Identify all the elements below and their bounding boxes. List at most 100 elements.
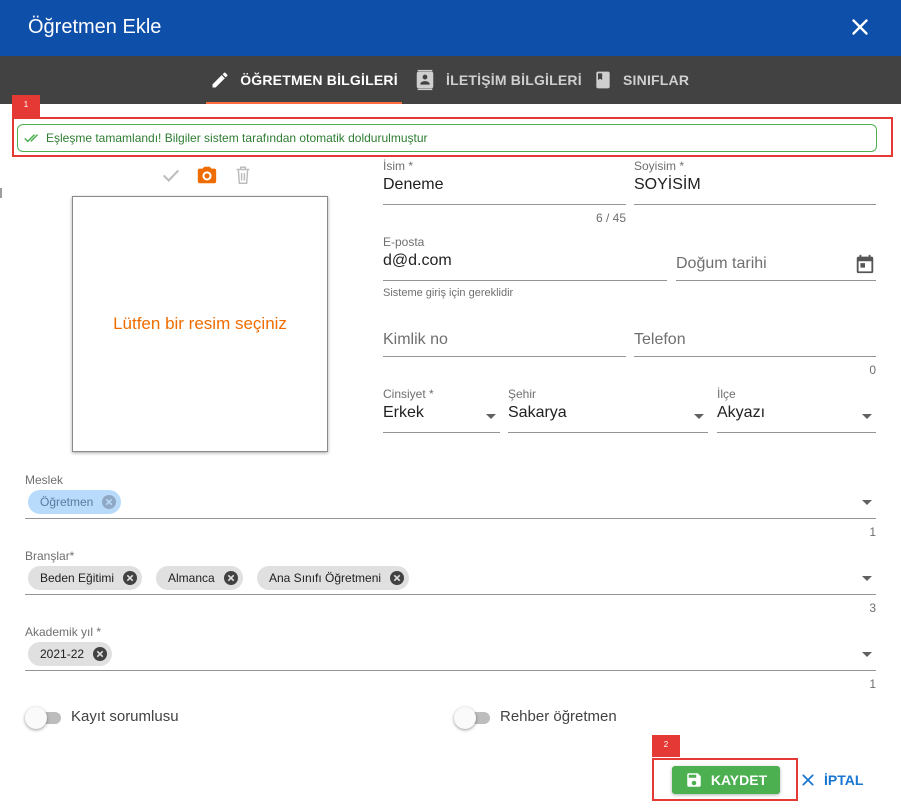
isim-field[interactable]: İsim * Deneme 6 / 45: [383, 159, 626, 229]
kimlik-no-underline: [383, 356, 626, 357]
dropdown-arrow-icon: [862, 414, 872, 419]
dogum-tarihi-field[interactable]: Doğum tarihi: [676, 252, 876, 282]
branslar-select[interactable]: Branşlar* Beden Eğitimi Almanca Ana Sını…: [25, 549, 876, 615]
akademik-yil-chip: 2021-22: [28, 642, 113, 666]
kimlik-no-input[interactable]: Kimlik no: [383, 328, 448, 352]
chip-remove-icon[interactable]: [223, 570, 239, 586]
akademik-yil-underline: [25, 670, 876, 671]
ilce-value: Akyazı: [717, 404, 766, 421]
cinsiyet-label: Cinsiyet *: [383, 387, 434, 401]
ilce-label: İlçe: [717, 387, 736, 401]
dialog-title: Öğretmen Ekle: [28, 16, 162, 38]
chip-label: Ana Sınıfı Öğretmeni: [269, 571, 382, 585]
eposta-label: E-posta: [383, 235, 425, 249]
dropdown-arrow-icon: [694, 414, 704, 419]
branslar-label: Branşlar*: [25, 549, 75, 563]
kayit-sorumlusu-label: Kayıt sorumlusu: [71, 708, 179, 725]
switch-knob: [25, 707, 47, 729]
soyisim-label: Soyisim *: [634, 159, 685, 173]
brans-chip: Almanca: [156, 566, 243, 590]
highlight-marker-2: 2: [652, 735, 680, 757]
kimlik-no-field[interactable]: Kimlik no: [383, 328, 626, 358]
telefon-counter: 0: [869, 363, 876, 377]
success-alert: Eşleşme tamamlandı! Bilgiler sistem tara…: [17, 124, 877, 152]
eposta-field[interactable]: E-posta d@d.com Sisteme giriş için gerek…: [383, 235, 667, 305]
eposta-input[interactable]: d@d.com: [383, 249, 667, 273]
save-button[interactable]: KAYDET: [672, 766, 780, 794]
branslar-underline: [25, 594, 876, 595]
chip-label: Almanca: [168, 571, 215, 585]
camera-icon[interactable]: [196, 164, 218, 186]
eposta-underline: [383, 280, 667, 281]
isim-input[interactable]: Deneme: [383, 173, 626, 197]
meslek-select[interactable]: Meslek Öğretmen 1: [25, 473, 876, 539]
meslek-underline: [25, 518, 876, 519]
telefon-input[interactable]: Telefon: [634, 328, 686, 352]
dropdown-arrow-icon: [862, 500, 872, 505]
dialog-header: Öğretmen Ekle: [0, 0, 901, 56]
dropdown-arrow-icon: [862, 652, 872, 657]
tab-ogretmen-bilgileri[interactable]: ÖĞRETMEN BİLGİLERİ: [206, 56, 402, 104]
isim-counter: 6 / 45: [595, 211, 626, 225]
cancel-label: İPTAL: [824, 772, 864, 788]
brans-chip: Beden Eğitimi: [28, 566, 143, 590]
tab-label: ÖĞRETMEN BİLGİLERİ: [240, 72, 398, 88]
trash-icon[interactable]: [232, 164, 254, 186]
rehber-ogretmen-label: Rehber öğretmen: [500, 708, 617, 725]
ilce-select[interactable]: İlçe Akyazı: [717, 387, 876, 435]
dogum-tarihi-underline: [676, 280, 876, 281]
contact-card-icon: [416, 69, 434, 91]
calendar-icon[interactable]: [854, 253, 876, 280]
isim-underline: [383, 204, 626, 205]
sehir-underline: [508, 432, 708, 433]
eposta-hint: Sisteme giriş için gereklidir: [383, 287, 514, 299]
dogum-tarihi-input[interactable]: Doğum tarihi: [676, 252, 767, 276]
akademik-yil-select[interactable]: Akademik yıl * 2021-22 1: [25, 625, 876, 691]
double-check-icon: [24, 134, 39, 143]
chip-remove-icon[interactable]: [389, 570, 405, 586]
close-icon[interactable]: [847, 14, 873, 40]
tab-label: İLETİŞİM BİLGİLERİ: [446, 72, 582, 88]
cinsiyet-underline: [383, 432, 500, 433]
highlight-marker-1: 1: [12, 95, 40, 117]
chip-remove-icon[interactable]: [101, 494, 117, 510]
meslek-label: Meslek: [25, 473, 64, 487]
chip-label: Beden Eğitimi: [40, 571, 115, 585]
chip-label: 2021-22: [40, 647, 85, 661]
soyisim-underline: [634, 204, 876, 205]
chip-remove-icon[interactable]: [92, 646, 108, 662]
dropdown-arrow-icon: [486, 414, 496, 419]
edge-mark: [0, 188, 2, 198]
switch-knob: [454, 707, 476, 729]
tab-label: SINIFLAR: [623, 72, 690, 88]
check-icon[interactable]: [160, 164, 182, 186]
photo-placeholder-text: Lütfen bir resim seçiniz: [113, 314, 287, 333]
floppy-disk-icon: [687, 773, 701, 787]
ilce-underline: [717, 432, 876, 433]
akademik-yil-counter: 1: [869, 677, 876, 691]
telefon-underline: [634, 356, 876, 357]
akademik-yil-label: Akademik yıl *: [25, 625, 102, 639]
save-label: KAYDET: [710, 772, 768, 788]
alert-text: Eşleşme tamamlandı! Bilgiler sistem tara…: [46, 131, 428, 145]
cinsiyet-select[interactable]: Cinsiyet * Erkek: [383, 387, 500, 435]
tab-siniflar[interactable]: SINIFLAR: [593, 56, 689, 104]
photo-upload-area[interactable]: Lütfen bir resim seçiniz: [72, 196, 328, 452]
telefon-field[interactable]: Telefon 0: [634, 328, 876, 378]
branslar-counter: 3: [869, 601, 876, 615]
dropdown-arrow-icon: [862, 576, 872, 581]
brans-chip: Ana Sınıfı Öğretmeni: [257, 566, 410, 590]
close-icon: [802, 774, 814, 786]
soyisim-input[interactable]: SOYİSİM: [634, 173, 876, 197]
cancel-button[interactable]: İPTAL: [800, 766, 863, 794]
chip-label: Öğretmen: [40, 495, 94, 509]
meslek-chip: Öğretmen: [28, 490, 122, 514]
tab-iletisim-bilgileri[interactable]: İLETİŞİM BİLGİLERİ: [414, 56, 582, 104]
rehber-ogretmen-switch[interactable]: Rehber öğretmen: [454, 707, 654, 729]
chip-remove-icon[interactable]: [122, 570, 138, 586]
kayit-sorumlusu-switch[interactable]: Kayıt sorumlusu: [25, 707, 225, 729]
sehir-select[interactable]: Şehir Sakarya: [508, 387, 708, 435]
sehir-label: Şehir: [508, 387, 537, 401]
soyisim-field[interactable]: Soyisim * SOYİSİM: [634, 159, 876, 209]
book-icon: [596, 71, 610, 89]
